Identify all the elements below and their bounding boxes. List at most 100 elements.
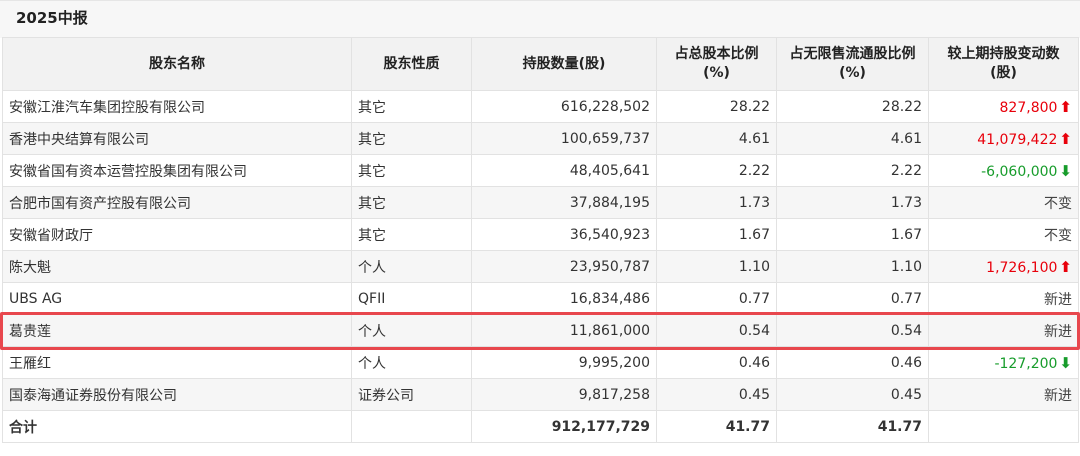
holder-name-cell: UBS AG: [2, 282, 352, 315]
change-value: 新进: [1044, 323, 1072, 340]
pct-float-cell: 0.46: [776, 346, 929, 379]
change-cell: 不变: [928, 218, 1079, 251]
pct-total-cell: 1.73: [656, 186, 777, 219]
total-row: 合计 912,177,729 41.77 41.77: [2, 410, 1079, 443]
table-row[interactable]: UBS AG QFII 16,834,486 0.77 0.77 新进: [2, 282, 1079, 315]
pct-float-cell: 1.67: [776, 218, 929, 251]
arrow-up-icon: ⬆: [1059, 129, 1072, 148]
pct-float-cell: 0.45: [776, 378, 929, 411]
shareholders-table: 股东名称 股东性质 持股数量(股) 占总股本比例(%) 占无限售流通股比例(%)…: [2, 37, 1079, 443]
holder-name-cell: 葛贵莲: [2, 314, 352, 347]
pct-total-cell: 0.45: [656, 378, 777, 411]
change-cell: 41,079,422 ⬆: [928, 122, 1079, 155]
shares-cell: 23,950,787: [471, 250, 657, 283]
section-header: 2025中报: [0, 0, 1080, 38]
column-header-change: 较上期持股变动数(股): [928, 37, 1079, 91]
holder-type-cell: 其它: [351, 154, 472, 187]
change-cell: 1,726,100 ⬆: [928, 250, 1079, 283]
change-value: 827,800: [999, 99, 1058, 116]
shares-cell: 16,834,486: [471, 282, 657, 315]
holder-name-cell: 国泰海通证券股份有限公司: [2, 378, 352, 411]
pct-total-cell: 4.61: [656, 122, 777, 155]
pct-float-cell: 1.10: [776, 250, 929, 283]
total-change-empty: [928, 410, 1079, 443]
pct-float-cell: 4.61: [776, 122, 929, 155]
change-value: 1,726,100: [986, 259, 1058, 276]
holder-name-cell: 安徽省国有资本运营控股集团有限公司: [2, 154, 352, 187]
table-header-row: 股东名称 股东性质 持股数量(股) 占总股本比例(%) 占无限售流通股比例(%)…: [2, 37, 1079, 91]
arrow-down-icon: ⬇: [1059, 161, 1072, 180]
column-header-shares: 持股数量(股): [471, 37, 657, 91]
table-row[interactable]: 安徽省国有资本运营控股集团有限公司 其它 48,405,641 2.22 2.22 -6,…: [2, 154, 1079, 187]
column-header-pct-total: 占总股本比例(%): [656, 37, 777, 91]
holder-type-cell: 个人: [351, 314, 472, 347]
shares-cell: 100,659,737: [471, 122, 657, 155]
change-value: 新进: [1044, 387, 1072, 404]
table-row[interactable]: 安徽省财政厅 其它 36,540,923 1.67 1.67 不变: [2, 218, 1079, 251]
holder-name-cell: 合肥市国有资产控股有限公司: [2, 186, 352, 219]
holder-type-cell: 个人: [351, 250, 472, 283]
arrow-up-icon: ⬆: [1059, 257, 1072, 276]
change-value: 新进: [1044, 291, 1072, 308]
holder-name-cell: 陈大魁: [2, 250, 352, 283]
change-value: -6,060,000: [981, 163, 1058, 180]
shares-cell: 616,228,502: [471, 90, 657, 123]
table-row[interactable]: 安徽江淮汽车集团控股有限公司 其它 616,228,502 28.22 28.22 827…: [2, 90, 1079, 123]
shares-cell: 9,995,200: [471, 346, 657, 379]
pct-total-cell: 0.54: [656, 314, 777, 347]
pct-total-cell: 0.46: [656, 346, 777, 379]
change-cell: 不变: [928, 186, 1079, 219]
pct-float-cell: 0.54: [776, 314, 929, 347]
total-type-empty: [351, 410, 472, 443]
total-pct-total: 41.77: [656, 410, 777, 443]
arrow-down-icon: ⬇: [1059, 353, 1072, 372]
holder-name-cell: 香港中央结算有限公司: [2, 122, 352, 155]
shares-cell: 48,405,641: [471, 154, 657, 187]
table-row[interactable]: 王雁红 个人 9,995,200 0.46 0.46 -127,200 ⬇: [2, 346, 1079, 379]
change-cell: 新进: [928, 378, 1079, 411]
column-header-type: 股东性质: [351, 37, 472, 91]
holder-type-cell: 其它: [351, 186, 472, 219]
pct-total-cell: 2.22: [656, 154, 777, 187]
pct-total-cell: 28.22: [656, 90, 777, 123]
pct-float-cell: 2.22: [776, 154, 929, 187]
holder-name-cell: 安徽省财政厅: [2, 218, 352, 251]
change-cell: 新进: [928, 282, 1079, 315]
shares-cell: 37,884,195: [471, 186, 657, 219]
column-header-pct-float: 占无限售流通股比例(%): [776, 37, 929, 91]
table-row[interactable]: 国泰海通证券股份有限公司 证券公司 9,817,258 0.45 0.45 新进: [2, 378, 1079, 411]
change-cell: -127,200 ⬇: [928, 346, 1079, 379]
table-row[interactable]: 葛贵莲 个人 11,861,000 0.54 0.54 新进: [2, 314, 1079, 347]
arrow-up-icon: ⬆: [1059, 97, 1072, 116]
shares-cell: 11,861,000: [471, 314, 657, 347]
shares-cell: 36,540,923: [471, 218, 657, 251]
holder-type-cell: 其它: [351, 90, 472, 123]
holder-type-cell: 证券公司: [351, 378, 472, 411]
holder-type-cell: 其它: [351, 218, 472, 251]
pct-total-cell: 0.77: [656, 282, 777, 315]
table-row[interactable]: 香港中央结算有限公司 其它 100,659,737 4.61 4.61 41,079,42…: [2, 122, 1079, 155]
change-cell: -6,060,000 ⬇: [928, 154, 1079, 187]
table-row[interactable]: 陈大魁 个人 23,950,787 1.10 1.10 1,726,100 ⬆: [2, 250, 1079, 283]
shares-cell: 9,817,258: [471, 378, 657, 411]
pct-float-cell: 0.77: [776, 282, 929, 315]
section-title: 2025中报: [16, 9, 88, 27]
pct-float-cell: 28.22: [776, 90, 929, 123]
pct-total-cell: 1.10: [656, 250, 777, 283]
change-cell: 827,800 ⬆: [928, 90, 1079, 123]
pct-total-cell: 1.67: [656, 218, 777, 251]
holder-type-cell: 个人: [351, 346, 472, 379]
total-label: 合计: [2, 410, 352, 443]
change-cell: 新进: [928, 314, 1079, 347]
change-value: -127,200: [994, 355, 1058, 372]
table-row[interactable]: 合肥市国有资产控股有限公司 其它 37,884,195 1.73 1.73 不变: [2, 186, 1079, 219]
pct-float-cell: 1.73: [776, 186, 929, 219]
total-shares: 912,177,729: [471, 410, 657, 443]
column-header-name: 股东名称: [2, 37, 352, 91]
holder-name-cell: 安徽江淮汽车集团控股有限公司: [2, 90, 352, 123]
holder-type-cell: QFII: [351, 282, 472, 315]
total-pct-float: 41.77: [776, 410, 929, 443]
holder-name-cell: 王雁红: [2, 346, 352, 379]
holder-type-cell: 其它: [351, 122, 472, 155]
change-value: 41,079,422: [977, 131, 1058, 148]
